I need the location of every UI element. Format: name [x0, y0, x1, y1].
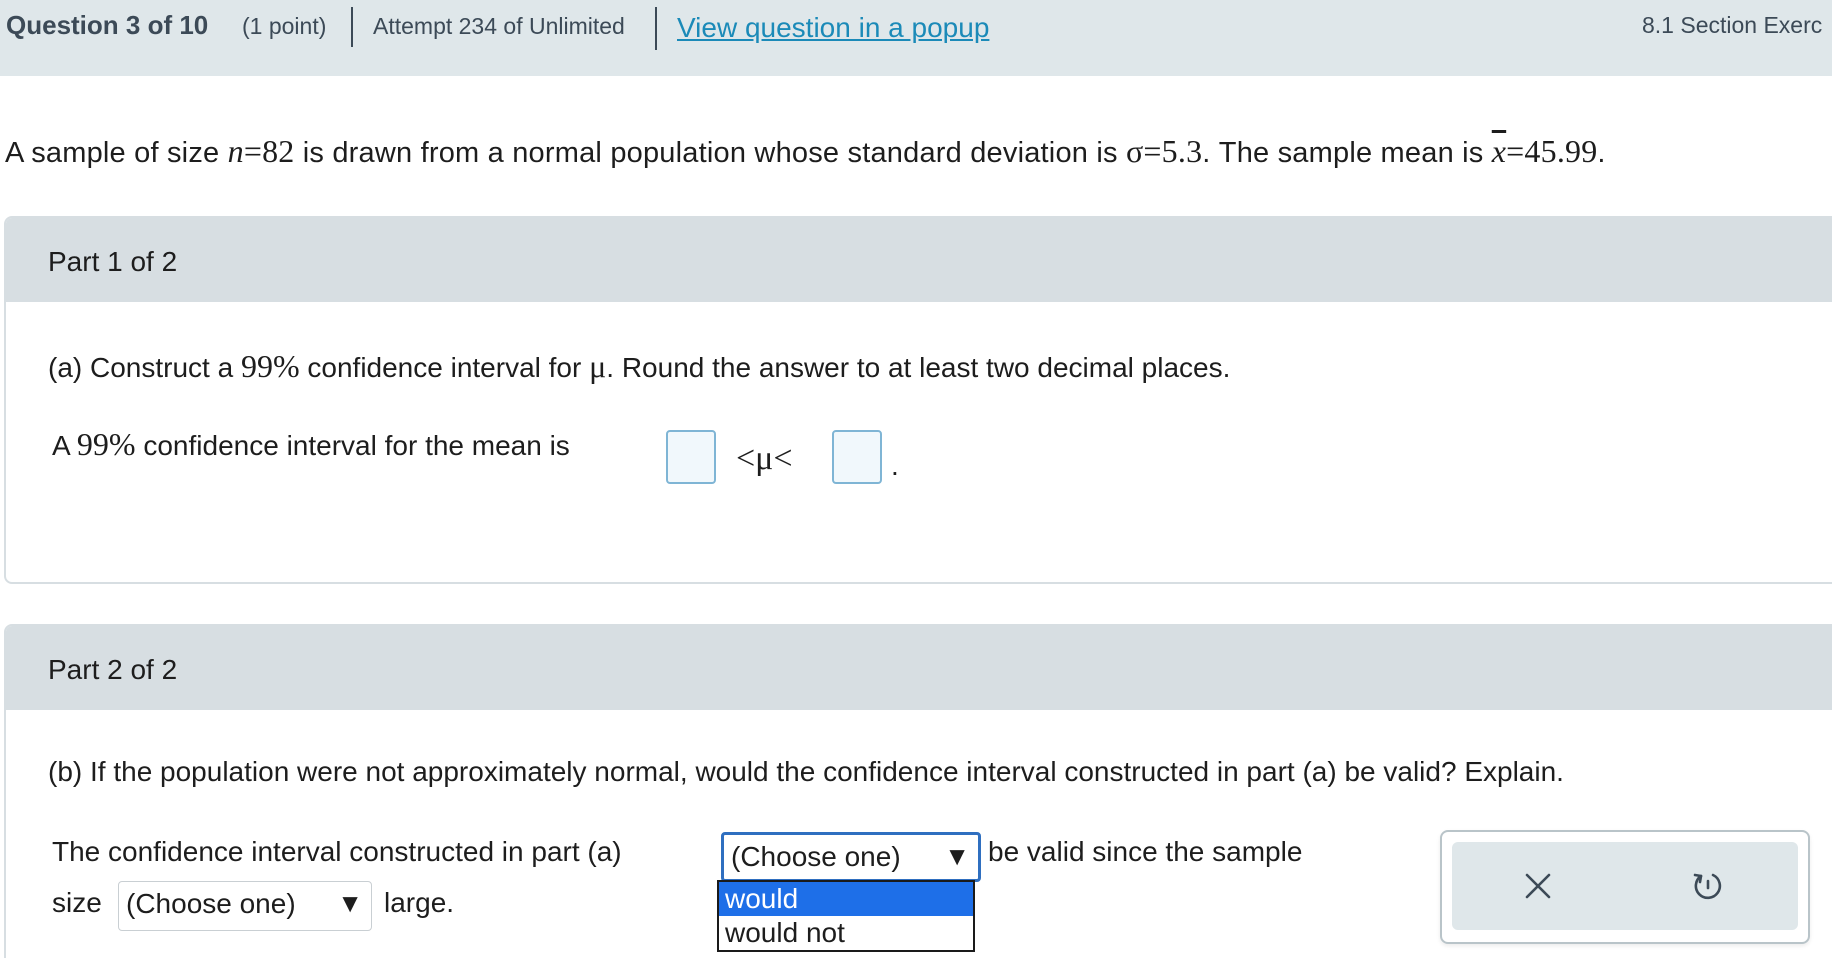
- undo-icon: [1693, 873, 1722, 900]
- confidence-level: 99%: [76, 426, 136, 462]
- close-icon: [1525, 873, 1551, 899]
- part-1-card: Part 1 of 2 (a) Construct a 99% confiden…: [4, 216, 1832, 584]
- upper-bound-input[interactable]: [832, 430, 882, 484]
- ci-text: confidence interval for the mean is: [135, 430, 570, 461]
- part-2-header: Part 2 of 2: [6, 626, 1832, 710]
- question-points: (1 point): [242, 13, 327, 39]
- question-number: Question 3 of 10: [6, 10, 209, 40]
- answer-sentence-size: size: [52, 887, 102, 918]
- size-select-value: (Choose one): [126, 888, 296, 919]
- dropdown-option-would[interactable]: would: [719, 882, 973, 916]
- chevron-down-icon: ▼: [337, 888, 363, 918]
- part-1-label: Part 1 of 2: [48, 246, 178, 277]
- question-text: (a) Construct a: [48, 352, 241, 383]
- ci-text: A: [52, 430, 77, 461]
- ci-answer-row: A 99% confidence interval for the mean i…: [52, 426, 570, 463]
- dropdown-option-would-not[interactable]: would not: [719, 916, 973, 950]
- problem-text: . The sample mean is: [1202, 137, 1492, 169]
- xbar-variable: x: [1491, 133, 1507, 169]
- mu-symbol: μ: [589, 348, 607, 384]
- answer-sentence-end: large.: [384, 887, 455, 918]
- validity-dropdown-list: would would not: [717, 880, 975, 952]
- page: Question 3 of 10 (1 point) Attempt 234 o…: [0, 0, 1832, 958]
- chevron-down-icon: ▼: [944, 841, 970, 871]
- problem-statement: A sample of size n=82 is drawn from a no…: [5, 133, 1606, 170]
- view-popup-link[interactable]: View question in a popup: [677, 12, 989, 44]
- answer-sentence-start: The confidence interval constructed in p…: [52, 836, 622, 867]
- question-text: . Round the answer to at least two decim…: [606, 352, 1231, 383]
- mu-inequality: <μ<: [736, 440, 793, 477]
- question-text: confidence interval for: [299, 352, 590, 383]
- reset-button[interactable]: [1680, 860, 1736, 912]
- attempt-counter: Attempt 234 of Unlimited: [373, 13, 625, 39]
- n-variable: n: [227, 133, 244, 169]
- header-divider: [655, 7, 657, 50]
- part-b-question: (b) If the population were not approxima…: [48, 756, 1564, 787]
- part-a-question: (a) Construct a 99% confidence interval …: [48, 348, 1230, 385]
- clear-button[interactable]: [1510, 860, 1566, 912]
- header-divider: [351, 7, 353, 47]
- question-header: Question 3 of 10 (1 point) Attempt 234 o…: [0, 0, 1832, 76]
- xbar-value: =45.99: [1506, 133, 1598, 169]
- ci-period: .: [891, 450, 899, 481]
- validity-select[interactable]: (Choose one) ▼: [721, 832, 981, 882]
- section-title: 8.1 Section Exerc: [1642, 12, 1823, 38]
- n-value: =82: [243, 133, 295, 169]
- problem-text: .: [1597, 137, 1606, 169]
- part-2-label: Part 2 of 2: [48, 654, 178, 685]
- validity-select-value: (Choose one): [731, 841, 901, 872]
- sigma-value: σ=5.3: [1125, 133, 1203, 169]
- answer-sentence-mid: be valid since the sample: [988, 836, 1303, 867]
- answer-tools-bar: [1452, 842, 1798, 930]
- problem-text: A sample of size: [5, 137, 228, 169]
- lower-bound-input[interactable]: [666, 430, 716, 484]
- answer-tools-panel: [1440, 830, 1810, 944]
- confidence-level: 99%: [240, 348, 300, 384]
- part-1-header: Part 1 of 2: [6, 218, 1832, 302]
- size-select[interactable]: (Choose one) ▼: [118, 881, 372, 931]
- problem-text: is drawn from a normal population whose …: [294, 137, 1126, 169]
